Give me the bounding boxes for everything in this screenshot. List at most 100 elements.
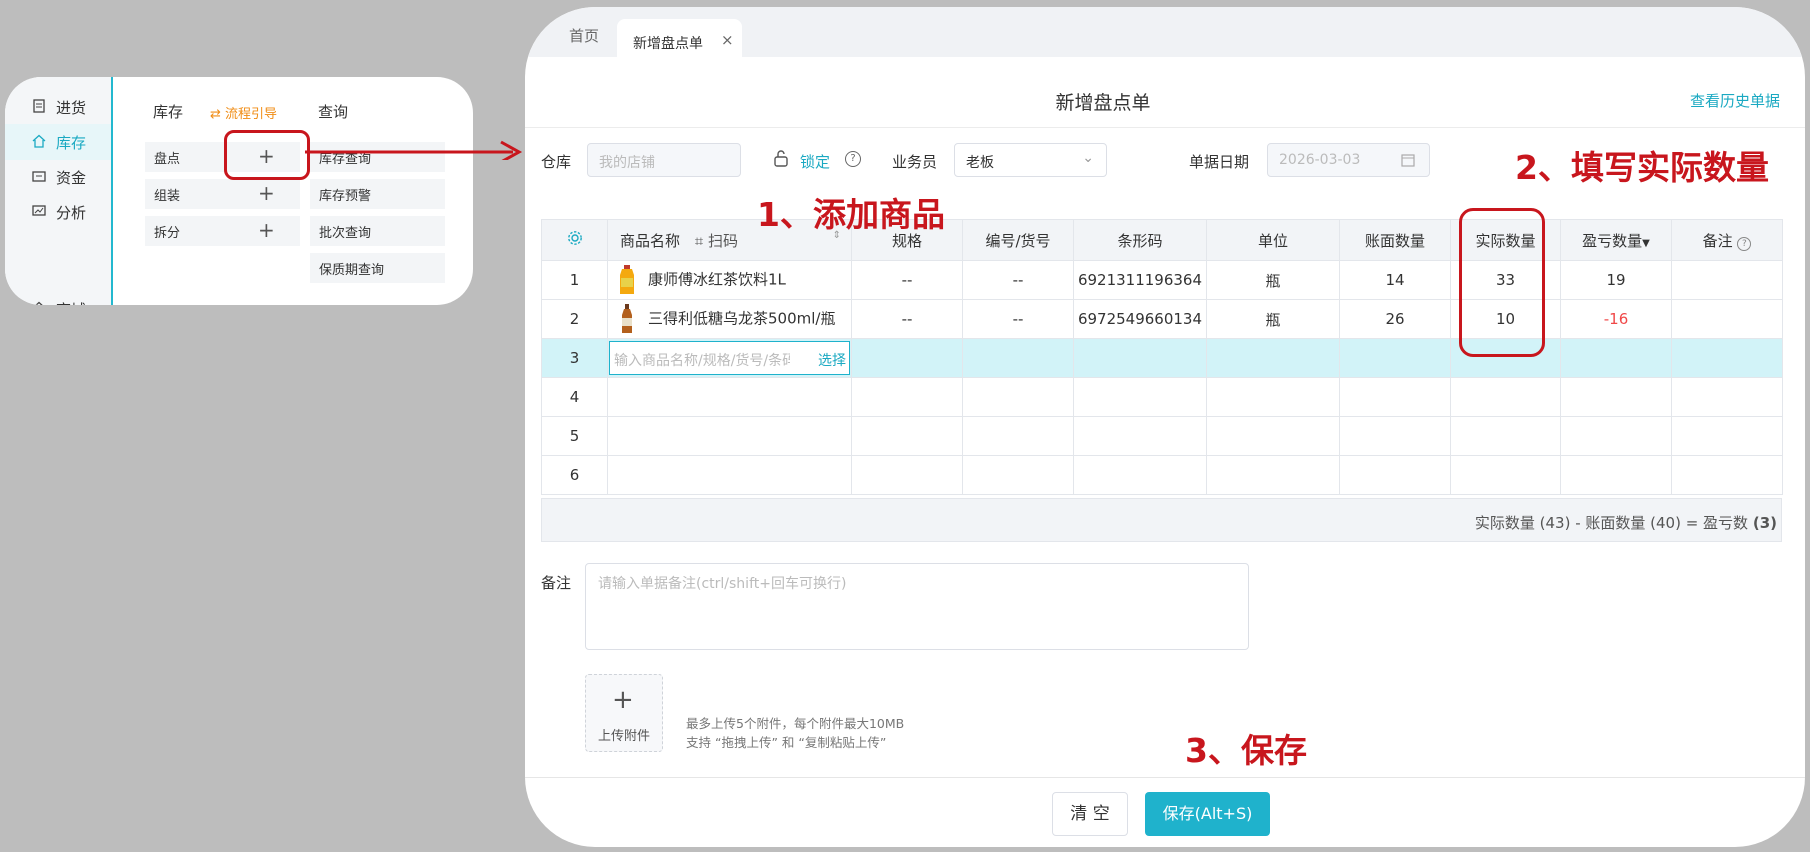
add-assembly-icon[interactable]: + — [258, 183, 275, 203]
date-label: 单据日期 — [1189, 153, 1250, 171]
flow-guide-link[interactable]: ⇄ 流程引导 — [210, 103, 277, 122]
row-number: 5 — [541, 416, 608, 456]
menu-item-split[interactable]: 拆分 + — [145, 216, 300, 246]
annotation-step3: 3、保存 — [1185, 731, 1307, 770]
product-search-cell[interactable]: 输入商品名称/规格/货号/条码 选择 — [607, 338, 852, 378]
column-header-diff-qty[interactable]: 盈亏数量▼ — [1560, 219, 1672, 261]
column-header-unit: 单位 — [1206, 219, 1340, 261]
scan-button[interactable]: ⌗ 扫码 — [695, 232, 738, 250]
tab-bar: 首页 新增盘点单 × — [525, 7, 1805, 59]
chart-icon — [32, 205, 46, 216]
wallet-icon — [32, 171, 46, 182]
gear-icon[interactable] — [567, 230, 583, 246]
tab-home[interactable]: 首页 — [569, 25, 599, 46]
sidebar-item-mall[interactable]: 商城 — [5, 291, 111, 305]
save-button[interactable]: 保存(Alt+S) — [1145, 792, 1270, 836]
table-row[interactable]: 5 — [541, 416, 1783, 456]
divider — [525, 127, 1805, 128]
table-row[interactable]: 2 三得利低糖乌龙茶500ml/瓶 -- -- 6972549660134 瓶 … — [541, 299, 1783, 339]
column-header-barcode: 条形码 — [1073, 219, 1207, 261]
product-search-input[interactable]: 输入商品名称/规格/货号/条码 选择 — [609, 341, 850, 375]
salesman-select[interactable]: 老板 ⌄ — [954, 143, 1107, 177]
sidebar-item-funds[interactable]: 资金 — [5, 159, 111, 195]
remark-cell[interactable] — [1671, 299, 1783, 339]
menu-sidebar: 进货 库存 资金 分析 商城 — [5, 77, 111, 305]
clear-button[interactable]: 清 空 — [1052, 792, 1128, 836]
summary-value: (3) — [1752, 514, 1777, 532]
remark-cell[interactable] — [1671, 260, 1783, 300]
tab-new-stocktake[interactable]: 新增盘点单 × — [617, 19, 742, 59]
menu-divider — [111, 77, 113, 305]
product-name-cell[interactable]: 康师傅冰红茶饮料1L — [607, 260, 852, 300]
annotation-step2: 2、填写实际数量 — [1515, 148, 1769, 187]
lock-toggle[interactable]: 锁定 — [800, 151, 830, 172]
annotation-step1: 1、添加商品 — [757, 195, 945, 234]
date-input[interactable]: 2026-03-03 — [1267, 143, 1430, 177]
menu-item-assembly[interactable]: 组装 + — [145, 179, 300, 209]
product-thumbnail — [622, 304, 632, 333]
book-qty-cell: 26 — [1339, 299, 1451, 339]
lock-icon[interactable] — [773, 149, 789, 167]
spec-cell: -- — [851, 299, 963, 339]
highlight-actual-qty — [1459, 208, 1545, 357]
table-row[interactable]: 4 — [541, 377, 1783, 417]
spec-cell: -- — [851, 260, 963, 300]
sidebar-item-purchase[interactable]: 进货 — [5, 89, 111, 125]
diff-qty-cell: -16 — [1560, 299, 1672, 339]
menu-column-query: 查询 — [318, 103, 349, 121]
page-title: 新增盘点单 — [1055, 92, 1151, 114]
shop-icon — [35, 301, 43, 305]
row-number: 2 — [541, 299, 608, 339]
scan-icon: ⌗ — [694, 231, 704, 250]
help-icon[interactable]: ? — [1737, 236, 1752, 251]
barcode-cell: 6921311196364 — [1073, 260, 1207, 300]
product-thumbnail — [620, 265, 634, 294]
summary-text: 实际数量 (43) - 账面数量 (40) = 盈亏数 — [1474, 514, 1749, 532]
table-row[interactable]: 1 康师傅冰红茶饮料1L -- -- 6921311196364 瓶 14 33… — [541, 260, 1783, 300]
table-header: 商品名称 ⌗ 扫码 ⇕ 规格 编号/货号 条形码 单位 账面数量 实际数量 盈亏… — [541, 219, 1783, 261]
inventory-menu-panel: 进货 库存 资金 分析 商城 库存 ⇄ 流程引导 查询 盘点 + 组装 + 拆分 — [5, 77, 473, 305]
flow-icon: ⇄ — [210, 107, 221, 122]
home-icon — [32, 134, 46, 148]
row-number: 6 — [541, 455, 608, 495]
upload-hint-methods: 支持 “拖拽上传” 和 “复制粘贴上传” — [686, 735, 887, 750]
table-row-input[interactable]: 3 输入商品名称/规格/货号/条码 选择 — [541, 338, 1783, 378]
unit-cell: 瓶 — [1206, 299, 1340, 339]
table-summary: 实际数量 (43) - 账面数量 (40) = 盈亏数 (3) — [541, 498, 1782, 542]
sidebar-item-analysis[interactable]: 分析 — [5, 194, 111, 230]
stocktake-table: 商品名称 ⌗ 扫码 ⇕ 规格 编号/货号 条形码 单位 账面数量 实际数量 盈亏… — [541, 219, 1783, 495]
menu-item-stock-alert[interactable]: 库存预警 — [310, 179, 445, 209]
sidebar-item-label: 分析 — [56, 204, 87, 222]
divider — [525, 777, 1805, 778]
row-number: 1 — [541, 260, 608, 300]
help-icon[interactable]: ? — [845, 151, 861, 167]
plus-icon: + — [612, 685, 634, 715]
warehouse-label: 仓库 — [541, 153, 572, 171]
code-cell: -- — [962, 299, 1074, 339]
menu-item-shelf-life-query[interactable]: 保质期查询 — [310, 253, 445, 283]
sidebar-item-inventory[interactable]: 库存 — [5, 124, 111, 160]
upload-hint-limit: 最多上传5个附件，每个附件最大10MB — [686, 716, 905, 731]
table-row[interactable]: 6 — [541, 455, 1783, 495]
code-cell: -- — [962, 260, 1074, 300]
sidebar-item-label: 资金 — [56, 169, 87, 187]
warehouse-input[interactable]: 我的店铺 — [587, 143, 741, 177]
remark-textarea[interactable]: 请输入单据备注(ctrl/shift+回车可换行) — [585, 563, 1249, 650]
column-header-remark: 备注 ? — [1671, 219, 1783, 261]
product-name-cell[interactable]: 三得利低糖乌龙茶500ml/瓶 — [607, 299, 852, 339]
calendar-icon — [1401, 154, 1415, 167]
history-documents-link[interactable]: 查看历史单据 — [1690, 90, 1780, 111]
chevron-down-icon: ⌄ — [1082, 150, 1094, 166]
upload-attachment-button[interactable]: + 上传附件 — [585, 674, 663, 752]
select-product-button[interactable]: 选择 — [816, 350, 846, 370]
menu-column-inventory: 库存 — [153, 103, 184, 121]
sidebar-item-label: 商城 — [56, 299, 86, 305]
close-icon[interactable]: × — [721, 31, 734, 49]
column-settings[interactable] — [541, 219, 608, 261]
unit-cell: 瓶 — [1206, 260, 1340, 300]
receipt-icon — [33, 99, 45, 113]
menu-item-batch-query[interactable]: 批次查询 — [310, 216, 445, 246]
book-qty-cell: 14 — [1339, 260, 1451, 300]
add-split-icon[interactable]: + — [258, 220, 275, 240]
sort-desc-icon: ▼ — [1642, 237, 1650, 249]
